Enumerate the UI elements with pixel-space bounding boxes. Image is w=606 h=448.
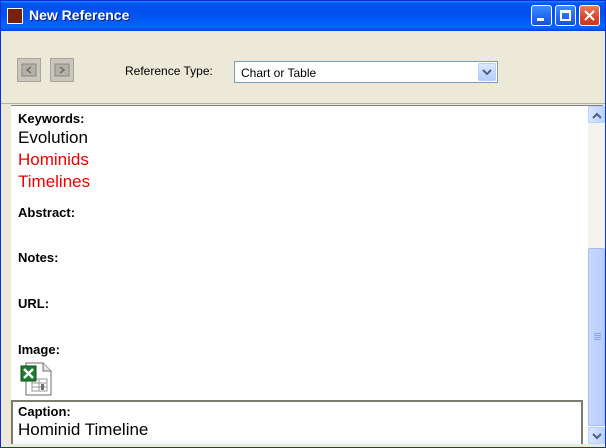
- chevron-down-icon: [592, 433, 602, 440]
- caption-field[interactable]: Caption: Hominid Timeline: [11, 400, 583, 444]
- notes-label: Notes:: [18, 250, 59, 265]
- excel-file-icon[interactable]: [20, 362, 52, 396]
- previous-reference-icon: [21, 63, 37, 77]
- endnote-app-icon: [7, 8, 23, 24]
- image-label: Image:: [18, 342, 60, 357]
- minimize-icon: [537, 18, 544, 21]
- keyword-item[interactable]: Hominids: [18, 150, 89, 170]
- chevron-up-icon: [592, 112, 602, 119]
- reference-type-select[interactable]: Chart or Table: [234, 61, 498, 83]
- title-bar[interactable]: New Reference: [1, 1, 605, 31]
- window-title: New Reference: [29, 7, 130, 23]
- next-reference-button[interactable]: [50, 58, 74, 82]
- caption-value[interactable]: Hominid Timeline: [18, 420, 148, 440]
- reference-fields-panel[interactable]: Keywords: Evolution Hominids Timelines A…: [11, 105, 605, 444]
- close-button[interactable]: [579, 5, 600, 26]
- keyword-item[interactable]: Evolution: [18, 128, 88, 148]
- toolbar: Reference Type: Chart or Table: [1, 31, 605, 104]
- scrollbar-thumb[interactable]: [588, 248, 605, 426]
- keyword-item[interactable]: Timelines: [18, 172, 90, 192]
- new-reference-window: New Reference Reference Type: Chart or T…: [0, 0, 606, 448]
- next-reference-icon: [54, 63, 70, 77]
- reference-type-value: Chart or Table: [241, 66, 317, 80]
- scrollbar-grip-icon: [594, 333, 601, 334]
- url-label: URL:: [18, 296, 50, 311]
- reference-type-dropdown-button[interactable]: [478, 63, 496, 81]
- minimize-button[interactable]: [531, 5, 552, 26]
- reference-type-label: Reference Type:: [125, 64, 213, 78]
- chevron-down-icon: [482, 69, 492, 76]
- scroll-up-button[interactable]: [588, 106, 605, 123]
- close-icon: [584, 10, 595, 21]
- maximize-button[interactable]: [555, 5, 576, 26]
- keywords-label: Keywords:: [18, 111, 85, 126]
- vertical-scrollbar[interactable]: [588, 106, 605, 444]
- scroll-down-button[interactable]: [588, 427, 605, 444]
- maximize-icon: [560, 10, 571, 21]
- abstract-label: Abstract:: [18, 205, 76, 220]
- previous-reference-button[interactable]: [17, 58, 41, 82]
- caption-label: Caption:: [18, 404, 71, 419]
